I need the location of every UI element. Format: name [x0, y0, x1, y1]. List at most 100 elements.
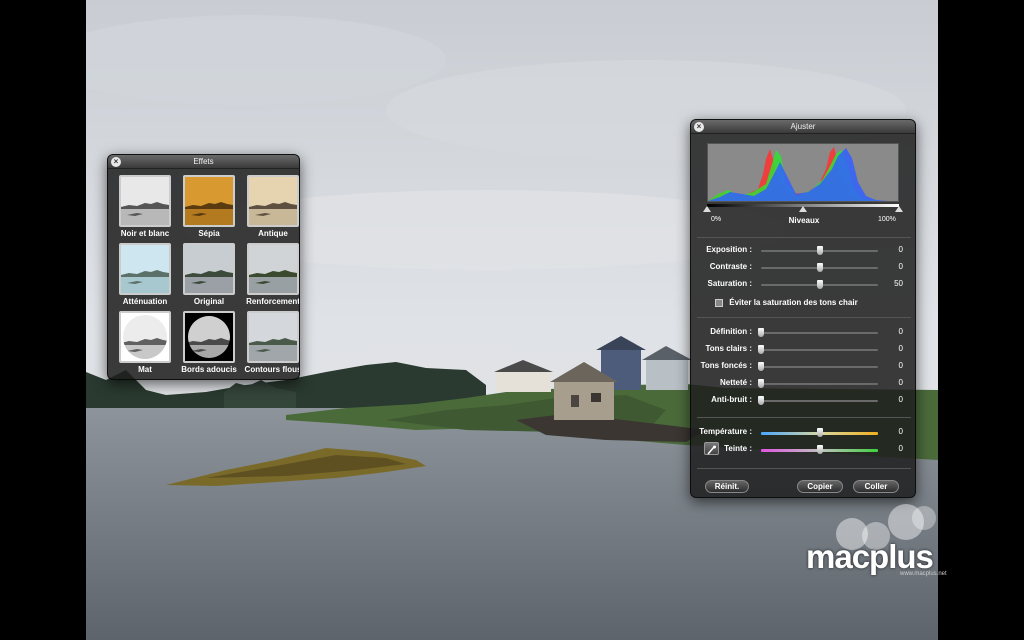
macplus-logo: macplus www.macplus.net — [800, 500, 960, 580]
slider-value: 0 — [898, 262, 903, 271]
slider-knob[interactable] — [816, 263, 823, 272]
slider-label: Exposition : — [706, 245, 752, 254]
slider-label: Température : — [699, 427, 752, 436]
slider-track[interactable] — [761, 383, 878, 385]
slider-value: 0 — [898, 245, 903, 254]
effect-bw[interactable]: Noir et blanc — [114, 175, 176, 243]
eyedropper-icon — [707, 445, 716, 455]
effect-sepia[interactable]: Sépia — [178, 175, 240, 243]
histogram — [707, 143, 899, 202]
divider — [697, 417, 911, 418]
levels-max-label: 100% — [878, 216, 896, 223]
slider-label: Anti-bruit : — [711, 395, 752, 404]
slider-knob[interactable] — [758, 345, 764, 354]
copy-button[interactable]: Copier — [797, 480, 843, 493]
adjust-panel: × Ajuster 0% Niveaux 100% Exposition :0C… — [690, 119, 916, 498]
slider-knob[interactable] — [816, 445, 823, 454]
effects-grid: Noir et blanc Sépia Antique Atténuation Orig… — [114, 175, 300, 379]
slider-row: Saturation : 50 — [691, 279, 915, 291]
slider-knob[interactable] — [758, 362, 764, 371]
effect-boost[interactable]: Renforcement — [242, 243, 300, 311]
effect-thumbnail — [119, 243, 171, 295]
slider-label: Teinte : — [724, 444, 752, 453]
slider-label: Contraste : — [709, 262, 752, 271]
slider-row: Tons clairs : 0 — [691, 344, 915, 356]
slider-value: 0 — [898, 327, 903, 336]
divider — [697, 317, 911, 318]
slider-value: 0 — [898, 378, 903, 387]
reset-button[interactable]: Réinit. — [705, 480, 749, 493]
logo-url: www.macplus.net — [900, 571, 947, 577]
skin-tone-option[interactable]: Éviter la saturation des tons chair — [715, 298, 858, 310]
slider-value: 50 — [894, 279, 903, 288]
effect-thumbnail — [247, 243, 299, 295]
slider-value: 0 — [898, 427, 903, 436]
slider-knob[interactable] — [758, 328, 764, 337]
slider-row: Anti-bruit : 0 — [691, 395, 915, 407]
levels-white-point-handle[interactable] — [895, 206, 903, 212]
effect-label: Original — [193, 297, 225, 306]
effect-edgeblur[interactable]: Contours flous — [242, 311, 300, 379]
slider-row: Tons foncés : 0 — [691, 361, 915, 373]
skin-tone-checkbox[interactable] — [715, 298, 723, 307]
effect-label: Noir et blanc — [120, 229, 170, 238]
effect-thumbnail — [183, 311, 235, 363]
slider-row: Exposition : 0 — [691, 245, 915, 257]
slider-track[interactable] — [761, 349, 878, 351]
slider-label: Netteté : — [719, 378, 752, 387]
slider-value: 0 — [898, 344, 903, 353]
slider-knob[interactable] — [816, 246, 823, 255]
effect-label: Bords adoucis — [181, 365, 237, 374]
slider-track[interactable] — [761, 332, 878, 334]
slider-value: 0 — [898, 361, 903, 370]
slider-track[interactable] — [761, 400, 878, 402]
effects-titlebar[interactable]: × Effets — [108, 155, 299, 169]
effects-title: Effets — [193, 157, 214, 166]
effect-label: Atténuation — [122, 297, 168, 306]
slider-label: Tons clairs : — [705, 344, 752, 353]
slider-value: 0 — [898, 444, 903, 453]
effect-thumbnail — [183, 175, 235, 227]
slider-row: Netteté : 0 — [691, 378, 915, 390]
slider-track[interactable] — [761, 366, 878, 368]
effect-label: Contours flous — [244, 365, 300, 374]
slider-value: 0 — [898, 395, 903, 404]
effects-panel: × Effets Noir et blanc Sépia Antique Atténu… — [107, 154, 300, 380]
effect-label: Mat — [138, 365, 152, 374]
effect-matte[interactable]: Mat — [114, 311, 176, 379]
slider-label: Définition : — [710, 327, 752, 336]
effect-thumbnail — [183, 243, 235, 295]
effect-thumbnail — [119, 175, 171, 227]
effect-original[interactable]: Original — [178, 243, 240, 311]
close-icon[interactable]: × — [694, 122, 704, 132]
effect-thumbnail — [119, 311, 171, 363]
effect-antique[interactable]: Antique — [242, 175, 299, 243]
effect-label: Sépia — [198, 229, 220, 238]
effect-thumbnail — [247, 175, 299, 227]
effect-thumbnail — [247, 311, 299, 363]
adjust-titlebar[interactable]: × Ajuster — [691, 120, 915, 134]
slider-row: Température : 0 — [691, 427, 915, 439]
close-icon[interactable]: × — [111, 157, 121, 167]
slider-row: Définition : 0 — [691, 327, 915, 339]
levels-midpoint-handle[interactable] — [799, 206, 807, 212]
slider-knob[interactable] — [758, 379, 764, 388]
slider-label: Saturation : — [707, 279, 752, 288]
effect-label: Antique — [258, 229, 288, 238]
slider-knob[interactable] — [816, 428, 823, 437]
eyedropper-button[interactable] — [704, 442, 719, 455]
slider-row: Contraste : 0 — [691, 262, 915, 274]
skin-tone-label: Éviter la saturation des tons chair — [729, 298, 858, 307]
slider-knob[interactable] — [758, 396, 764, 405]
effect-fade[interactable]: Atténuation — [114, 243, 176, 311]
divider — [697, 237, 911, 238]
adjust-title: Ajuster — [790, 122, 816, 131]
levels-black-point-handle[interactable] — [703, 206, 711, 212]
divider — [697, 468, 911, 469]
effect-label: Renforcement — [246, 297, 300, 306]
slider-knob[interactable] — [816, 280, 823, 289]
paste-button[interactable]: Coller — [853, 480, 899, 493]
slider-row: Teinte : 0 — [691, 444, 915, 456]
effect-vignette[interactable]: Bords adoucis — [178, 311, 240, 379]
slider-label: Tons foncés : — [700, 361, 752, 370]
